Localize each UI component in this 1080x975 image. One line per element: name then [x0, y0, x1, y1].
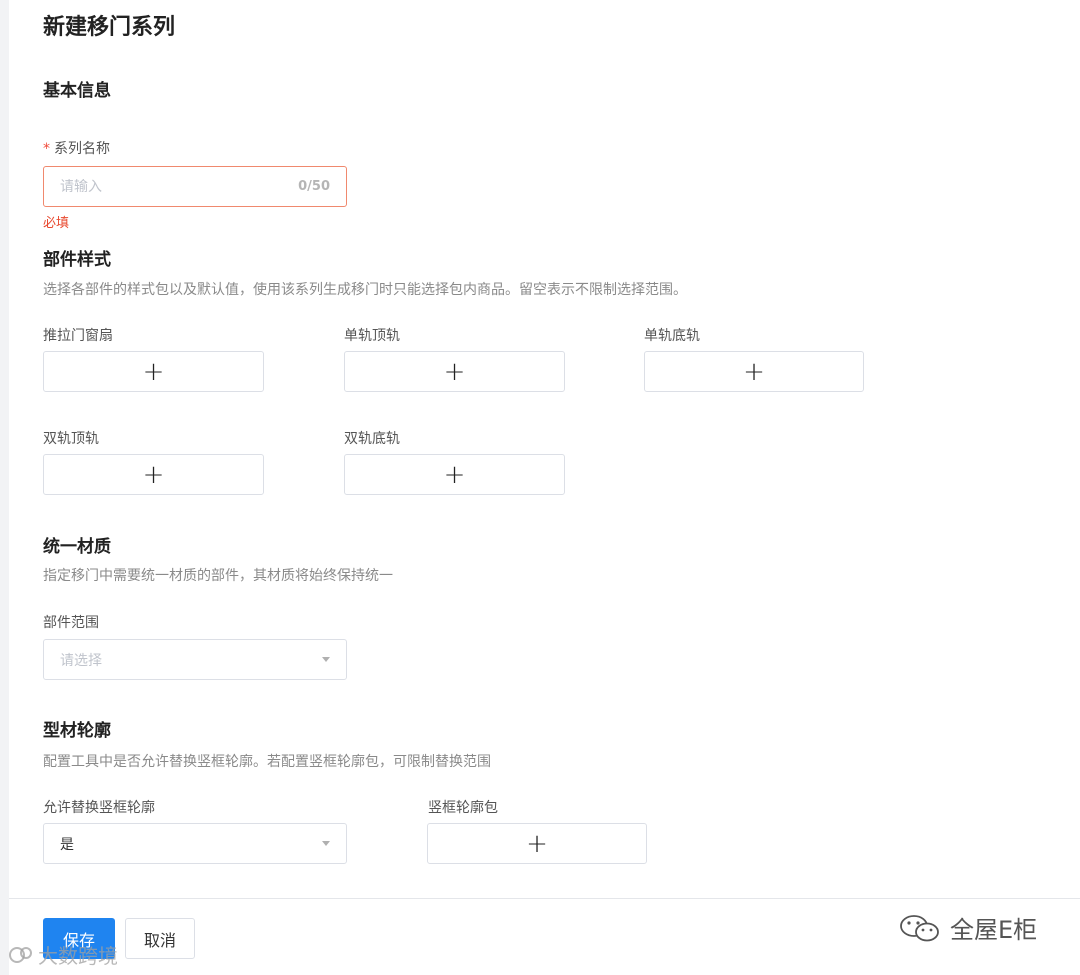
watermark-right: 全屋E柜 — [898, 910, 1037, 945]
name-field-label: * 系列名称 — [43, 138, 110, 158]
caret-down-icon — [322, 657, 330, 662]
plus-icon: + — [526, 828, 548, 859]
error-message: 必填 — [43, 216, 70, 231]
add-single-top-rail-button[interactable]: + — [344, 351, 565, 392]
plus-icon: + — [142, 459, 165, 490]
plus-icon: + — [443, 459, 466, 490]
allow-replace-value: 是 — [60, 836, 74, 853]
page-title: 新建移门系列 — [43, 15, 176, 40]
plus-icon: + — [443, 356, 466, 387]
section-title-profile: 型材轮廓 — [43, 721, 111, 741]
watermark-right-text: 全屋E柜 — [950, 916, 1038, 944]
section-title-material: 统一材质 — [43, 537, 111, 557]
part-label-double-bottom-rail: 双轨底轨 — [344, 431, 400, 447]
allow-replace-select[interactable]: 是 — [43, 823, 347, 864]
watermark-logo-icon — [9, 946, 32, 963]
part-range-select[interactable]: 请选择 — [43, 639, 347, 680]
part-label-double-top-rail: 双轨顶轨 — [43, 431, 99, 447]
frame-profile-package-label: 竖框轮廓包 — [428, 800, 498, 816]
char-counter: 0/50 — [298, 179, 330, 194]
add-sliding-sash-button[interactable]: + — [43, 351, 264, 392]
watermark-left: 大数跨境 — [8, 940, 118, 969]
caret-down-icon — [322, 841, 330, 846]
add-single-bottom-rail-button[interactable]: + — [644, 351, 864, 392]
footer-divider — [9, 898, 1080, 899]
series-name-input[interactable] — [60, 178, 299, 195]
name-label-text: 系列名称 — [54, 141, 110, 157]
add-double-top-rail-button[interactable]: + — [43, 454, 264, 495]
series-name-input-wrapper[interactable]: 0/50 — [43, 166, 347, 207]
part-label-single-bottom-rail: 单轨底轨 — [644, 328, 700, 344]
allow-replace-label: 允许替换竖框轮廓 — [43, 800, 155, 816]
plus-icon: + — [743, 356, 765, 387]
profile-description: 配置工具中是否允许替换竖框轮廓。若配置竖框轮廓包，可限制替换范围 — [43, 754, 491, 770]
material-description: 指定移门中需要统一材质的部件，其材质将始终保持统一 — [43, 568, 393, 584]
part-range-label: 部件范围 — [43, 615, 99, 631]
part-label-sliding-sash: 推拉门窗扇 — [43, 328, 113, 344]
left-sidebar-edge — [0, 0, 9, 975]
cancel-button[interactable]: 取消 — [125, 918, 195, 959]
section-title-basic: 基本信息 — [43, 81, 111, 101]
add-frame-profile-package-button[interactable]: + — [427, 823, 647, 864]
part-range-placeholder: 请选择 — [60, 652, 102, 669]
section-title-parts: 部件样式 — [43, 250, 111, 270]
add-double-bottom-rail-button[interactable]: + — [344, 454, 565, 495]
parts-description: 选择各部件的样式包以及默认值，使用该系列生成移门时只能选择包内商品。留空表示不限… — [43, 282, 687, 298]
part-label-single-top-rail: 单轨顶轨 — [344, 328, 400, 344]
required-star: * — [43, 141, 50, 157]
plus-icon: + — [142, 356, 165, 387]
watermark-left-text: 大数跨境 — [38, 944, 118, 968]
wechat-icon — [900, 914, 939, 941]
